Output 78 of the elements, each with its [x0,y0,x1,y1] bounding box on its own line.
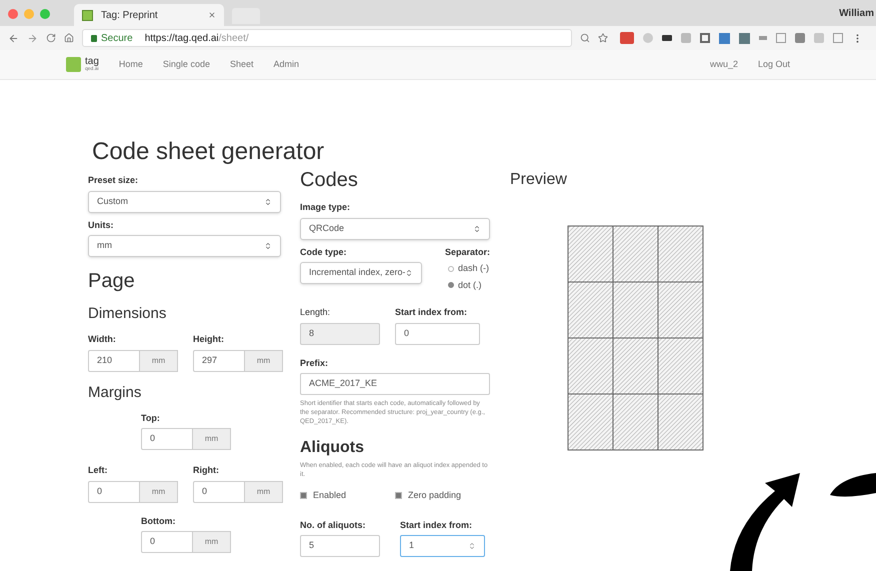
back-icon[interactable] [8,32,19,44]
stepper-icon [468,542,476,550]
field-label: Start index from: [400,518,474,532]
input-field[interactable]: 0 [395,322,480,344]
field-label: Width: [88,333,117,346]
forward-icon[interactable] [27,32,38,44]
nav-link[interactable]: Single code [162,58,210,72]
field-label: No. of aliquots: [300,518,366,532]
logo-icon [66,57,81,72]
stepper-icon [264,242,272,250]
maximize-icon[interactable] [40,9,50,19]
input-field[interactable]: 210 [88,350,140,372]
input-field[interactable]: ACME_2017_KE [300,373,490,395]
lock-icon [91,34,97,42]
select-field[interactable]: QRCode [300,218,490,240]
browser-tab[interactable]: Tag: Preprint [74,4,224,26]
field-label: Units: [88,218,114,232]
select-field[interactable]: Incremental index, zero- [300,262,422,284]
logout-link[interactable]: Log Out [758,58,790,72]
nav-link[interactable]: Home [118,58,143,72]
input-field[interactable]: 0 [193,480,245,502]
nav-link[interactable]: Admin [274,58,300,72]
home-icon[interactable] [64,33,74,43]
favicon-icon [82,10,93,20]
unit-addon: mm [193,428,231,450]
section-heading: Preview [510,170,568,190]
profile-name[interactable]: William [839,6,874,20]
field-label: Left: [88,464,108,477]
close-tab-icon[interactable] [208,11,216,19]
nav-link[interactable]: Sheet [230,58,254,72]
section-heading: Aliquots [300,438,365,458]
field-label: Start index from: [395,306,468,319]
url-text: https://tag.qed.ai/sheet/ [144,32,249,46]
user-link[interactable]: wwu_2 [710,58,738,72]
unit-addon: mm [193,531,231,553]
secure-label: Secure [101,32,133,46]
input-field[interactable]: 297 [193,350,245,372]
input-field[interactable]: 0 [88,480,140,502]
star-icon[interactable] [598,33,608,43]
logo-text: tag [85,57,99,67]
section-heading: Codes [300,168,359,192]
close-icon[interactable] [8,9,18,19]
select-field[interactable]: Custom [88,190,281,212]
search-icon[interactable] [580,33,590,43]
unit-addon: mm [140,480,178,502]
subsection-heading: Margins [88,384,142,402]
input-field[interactable]: 5 [300,535,380,557]
number-field[interactable]: 1 [400,535,485,557]
field-label: Image type: [300,201,352,214]
radio-option[interactable]: dot (.) [448,278,490,292]
stepper-icon [264,198,272,206]
address-field[interactable]: Secure https://tag.qed.ai/sheet/ [82,29,572,47]
stepper-icon [473,224,481,232]
page-title: Code sheet generator [92,138,326,166]
field-label: Bottom: [141,514,176,528]
stepper-icon [405,269,413,277]
subsection-heading: Dimensions [88,305,168,323]
field-label: Right: [193,464,220,477]
field-label: Prefix: [300,356,330,370]
field-label: Height: [193,333,225,346]
input-field[interactable]: 0 [141,428,193,450]
input-field[interactable]: 0 [141,531,193,553]
extension-icon[interactable] [719,32,730,44]
section-heading: Page [88,269,136,293]
checkbox-option[interactable]: Zero padding [395,489,490,502]
unit-addon: mm [245,480,283,502]
radio-option[interactable]: dash (-) [448,262,490,276]
reload-icon[interactable] [46,33,56,43]
field-label: Length: [300,306,332,319]
field-label: Separator: [444,246,490,259]
select-field[interactable]: mm [88,235,281,257]
field-label: Preset size: [88,174,140,187]
field-label: Code type: [300,246,348,259]
unit-addon: mm [140,350,178,372]
extension-icon[interactable] [739,32,750,44]
field-label: Top: [141,412,161,425]
checkbox-option[interactable]: Enabled [300,489,395,502]
unit-addon: mm [245,350,283,372]
